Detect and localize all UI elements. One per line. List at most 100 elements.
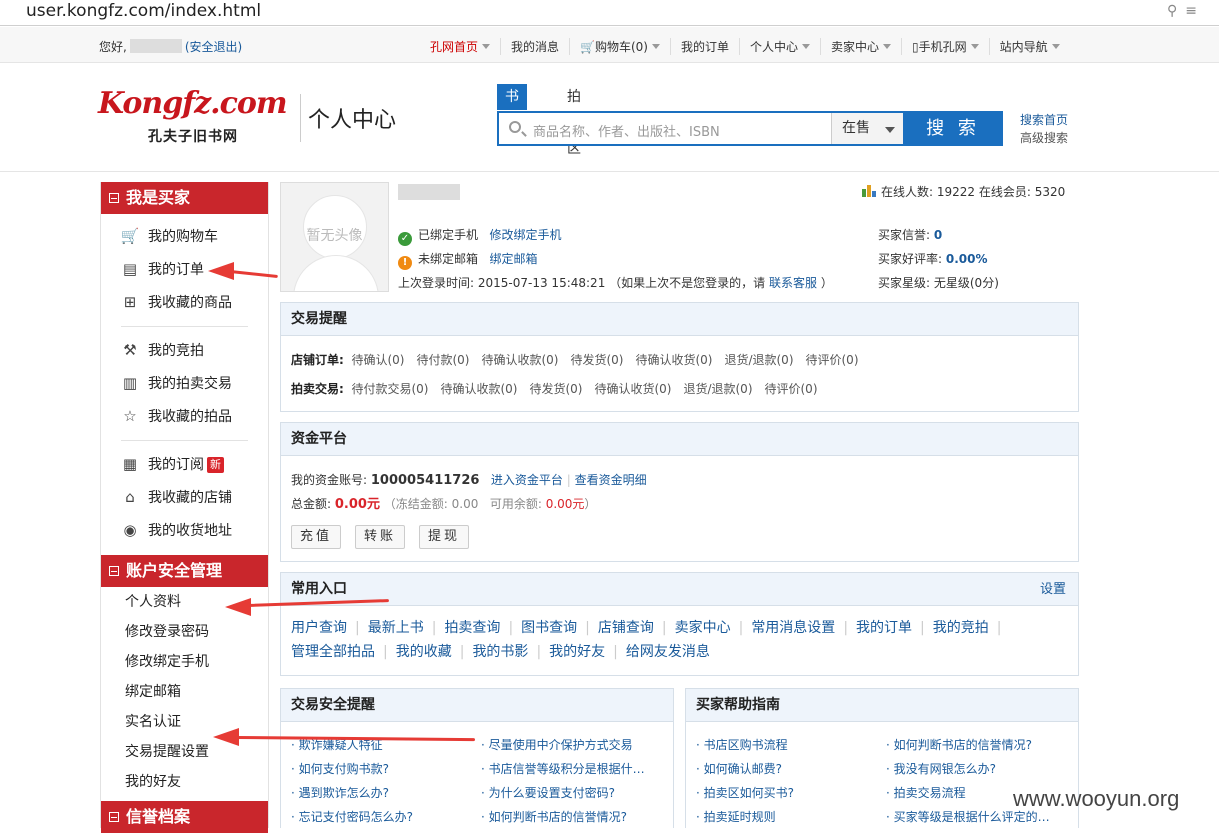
tab-auction[interactable]: 拍卖区 [559, 84, 589, 157]
pin-icon[interactable]: ⚲ [1167, 3, 1185, 19]
shop-order-status[interactable]: 退货/退款(0) [724, 353, 793, 367]
search-button[interactable]: 搜 索 [903, 111, 1003, 146]
safety-link[interactable]: 忘记支付密码怎么办? [291, 805, 413, 829]
search-input[interactable]: 商品名称、作者、出版社、ISBN 在售 搜 索 [497, 111, 1003, 146]
auction-trade-status[interactable]: 待确认收货(0) [594, 382, 671, 396]
advanced-search-link[interactable]: 高级搜索 [1020, 129, 1068, 147]
email-status-text: 未绑定邮箱 [418, 252, 479, 266]
entries-settings-link[interactable]: 设置 [1040, 573, 1066, 606]
safety-link[interactable]: 遇到欺诈怎么办? [291, 781, 413, 805]
entry-link[interactable]: 给网友发消息 [626, 640, 718, 664]
avatar[interactable]: 暂无头像 [280, 182, 389, 292]
entry-link[interactable]: 管理全部拍品 [291, 640, 388, 664]
sidebar-section-credit[interactable]: 信誉档案 [101, 801, 268, 833]
search-home-link[interactable]: 搜索首页 [1020, 111, 1068, 129]
search-status-select[interactable]: 在售 [831, 113, 903, 144]
shop-order-status[interactable]: 待确认收款(0) [481, 353, 558, 367]
top-nav-seller[interactable]: 卖家中心 [820, 38, 901, 55]
sidebar-item-subscriptions[interactable]: ▦ 我的订阅新 [101, 448, 268, 481]
logout-link[interactable]: (安全退出) [185, 40, 242, 54]
guide-link[interactable]: 拍卖延时规则 [696, 805, 794, 829]
shop-order-status[interactable]: 待付款(0) [416, 353, 469, 367]
sidebar-item-label: 我收藏的拍品 [148, 409, 232, 425]
sidebar-section-buyer[interactable]: 我是买家 [101, 182, 268, 214]
entry-link[interactable]: 我的竞拍 [933, 616, 1002, 640]
sidebar-item-orders[interactable]: ▤ 我的订单 [101, 253, 268, 286]
enter-fund-platform-link[interactable]: 进入资金平台 [491, 473, 563, 487]
site-logo[interactable]: Kongfz.com 孔夫子旧书网 [98, 82, 301, 148]
tab-bookstore[interactable]: 书店区 [497, 84, 527, 157]
sidebar-section-security[interactable]: 账户安全管理 [101, 555, 268, 587]
sidebar-item-bind-email[interactable]: 绑定邮箱 [101, 677, 268, 707]
entry-link[interactable]: 拍卖查询 [444, 616, 513, 640]
sidebar-section-title: 我是买家 [126, 188, 191, 207]
top-nav-cart-label: 购物车(0) [594, 40, 648, 54]
entry-link[interactable]: 最新上书 [368, 616, 437, 640]
entry-link[interactable]: 卖家中心 [675, 616, 744, 640]
top-nav-mobile-label: 手机孔网 [918, 40, 967, 54]
safety-link[interactable]: 如何支付购书款? [291, 757, 413, 781]
sidebar-item-change-phone[interactable]: 修改绑定手机 [101, 647, 268, 677]
sidebar-item-label: 我的购物车 [148, 229, 218, 245]
guide-link[interactable]: 如何确认邮费? [696, 757, 794, 781]
safety-link[interactable]: 为什么要设置支付密码? [481, 781, 645, 805]
shop-order-status[interactable]: 待确认(0) [351, 353, 404, 367]
top-nav-messages[interactable]: 我的消息 [500, 38, 569, 55]
guide-link[interactable]: 我没有网银怎么办? [886, 757, 1050, 781]
recharge-button[interactable]: 充值 [291, 525, 342, 549]
sidebar-item-real-name[interactable]: 实名认证 [101, 707, 268, 737]
sidebar-item-cart[interactable]: 🛒 我的购物车 [101, 220, 268, 253]
entry-link[interactable]: 图书查询 [521, 616, 590, 640]
top-nav-mobile[interactable]: ▯手机孔网 [901, 38, 989, 55]
modify-phone-link[interactable]: 修改绑定手机 [489, 228, 561, 242]
sidebar-item-fav-shops[interactable]: ⌂ 我收藏的店铺 [101, 481, 268, 514]
auction-trade-status[interactable]: 待评价(0) [765, 382, 818, 396]
guide-link[interactable]: 书店区购书流程 [696, 733, 794, 757]
guide-link[interactable]: 拍卖区如何买书? [696, 781, 794, 805]
safety-link[interactable]: 书店信誉等级积分是根据什… [481, 757, 645, 781]
buyer-credit: 买家信誉: 0 [878, 226, 942, 243]
auction-trade-status[interactable]: 待确认收款(0) [440, 382, 517, 396]
entry-link[interactable]: 我的收藏 [396, 640, 465, 664]
entry-link[interactable]: 用户查询 [291, 616, 360, 640]
sidebar-item-bids[interactable]: ⚒ 我的竞拍 [101, 334, 268, 367]
auction-trade-status[interactable]: 待发货(0) [529, 382, 582, 396]
fund-detail-link[interactable]: 查看资金明细 [575, 473, 647, 487]
contact-service-link[interactable]: 联系客服 [769, 276, 817, 290]
entry-link[interactable]: 常用消息设置 [751, 616, 848, 640]
top-nav-orders[interactable]: 我的订单 [669, 38, 739, 55]
sidebar-item-trade-alerts[interactable]: 交易提醒设置 [101, 737, 268, 767]
url-text[interactable]: user.kongfz.com/index.html [26, 1, 261, 21]
sidebar-item-label: 我收藏的商品 [148, 295, 232, 311]
entry-link[interactable]: 我的书影 [472, 640, 541, 664]
bind-email-link[interactable]: 绑定邮箱 [489, 252, 537, 266]
top-nav-cart[interactable]: 🛒购物车(0) [569, 38, 670, 55]
collapse-icon [109, 566, 119, 576]
shop-order-status[interactable]: 待发货(0) [570, 353, 623, 367]
sidebar-item-auction-trades[interactable]: ▥ 我的拍卖交易 [101, 367, 268, 400]
sidebar-item-fav-goods[interactable]: ⊞ 我收藏的商品 [101, 286, 268, 319]
auction-trade-status[interactable]: 待付款交易(0) [351, 382, 428, 396]
withdraw-button[interactable]: 提现 [419, 525, 470, 549]
entry-link[interactable]: 我的订单 [856, 616, 925, 640]
buyer-rating-value: 0.00% [945, 252, 988, 266]
entry-link[interactable]: 店铺查询 [598, 616, 667, 640]
top-nav-personal[interactable]: 个人中心 [739, 38, 820, 55]
transfer-button[interactable]: 转账 [355, 525, 406, 549]
fund-account-number: 100005411726 [370, 473, 480, 488]
sidebar-item-friends[interactable]: 我的好友 [101, 767, 268, 797]
top-nav-sitemap[interactable]: 站内导航 [988, 38, 1070, 55]
guide-link[interactable]: 如何判断书店的信誉情况? [886, 733, 1050, 757]
safety-link[interactable]: 尽量使用中介保护方式交易 [481, 733, 645, 757]
auction-trade-status[interactable]: 退货/退款(0) [683, 382, 752, 396]
shop-order-status[interactable]: 待评价(0) [806, 353, 859, 367]
sidebar-item-change-password[interactable]: 修改登录密码 [101, 617, 268, 647]
browser-address-bar[interactable]: user.kongfz.com/index.html ⚲≡ [0, 0, 1219, 26]
top-nav-home[interactable]: 孔网首页 [420, 38, 500, 55]
sidebar-item-addresses[interactable]: ◉ 我的收货地址 [101, 514, 268, 547]
entry-link[interactable]: 我的好友 [549, 640, 618, 664]
sidebar-item-fav-lots[interactable]: ☆ 我收藏的拍品 [101, 400, 268, 433]
shop-order-status[interactable]: 待确认收货(0) [635, 353, 712, 367]
menu-icon[interactable]: ≡ [1185, 3, 1205, 19]
safety-link[interactable]: 如何判断书店的信誉情况? [481, 805, 645, 829]
